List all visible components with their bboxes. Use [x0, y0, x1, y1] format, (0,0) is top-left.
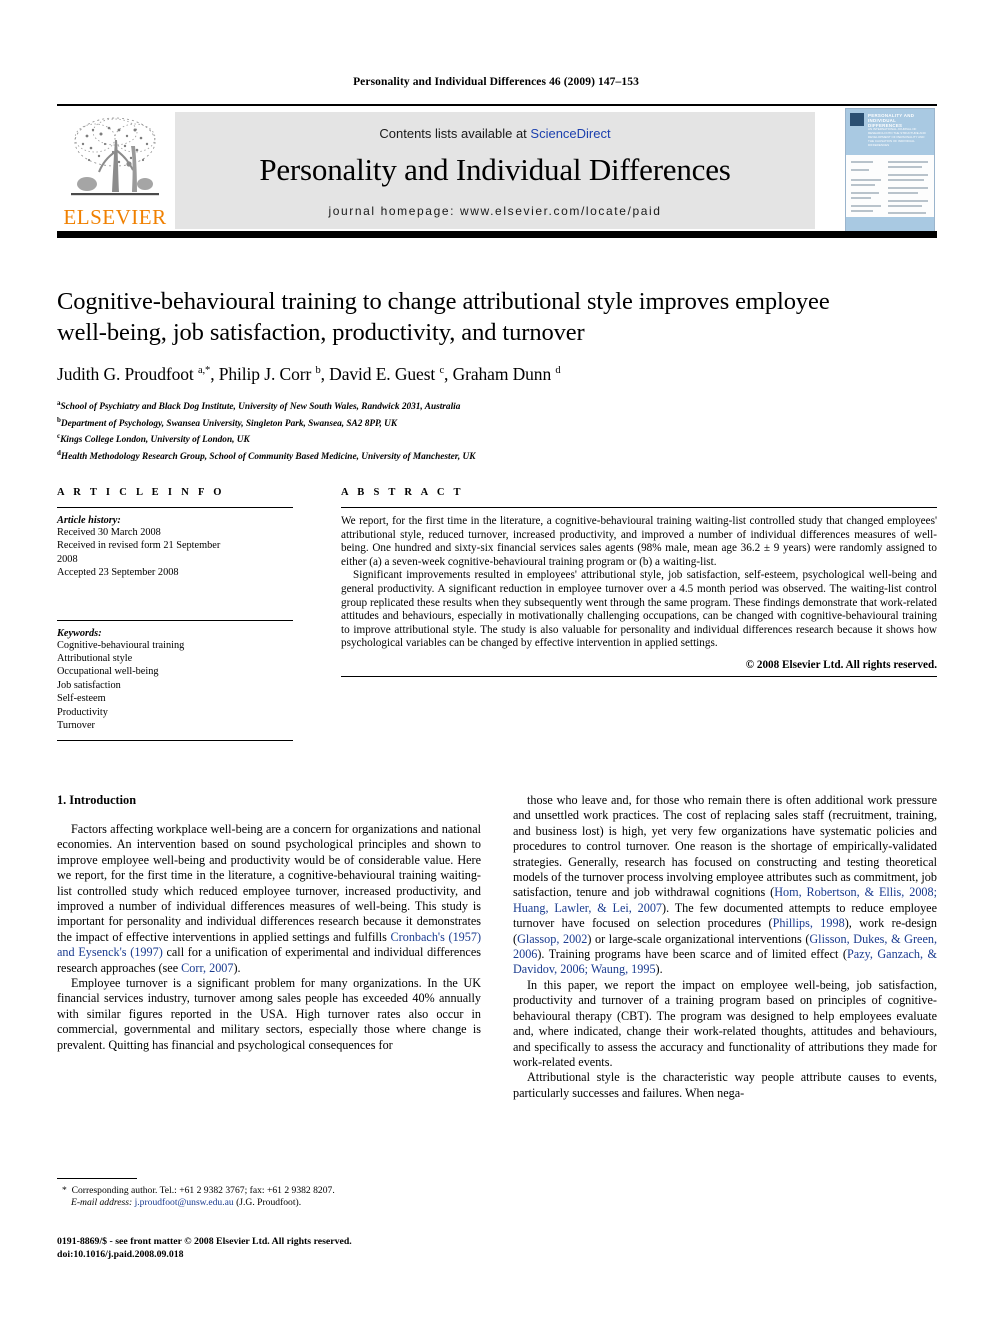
cover-header-band: PERSONALITY AND INDIVIDUAL DIFFERENCES A… — [846, 109, 934, 155]
journal-masthead: ELSEVIER Contents lists available at Sci… — [57, 104, 937, 238]
masthead-center-band: Contents lists available at ScienceDirec… — [175, 112, 815, 229]
affiliation-list: aSchool of Psychiatry and Black Dog Inst… — [57, 397, 937, 464]
keyword-item: Self-esteem — [57, 693, 106, 705]
body-text-left: Factors affecting workplace well-being a… — [57, 822, 481, 1053]
citation-link[interactable]: Cronbach's (1957) and Eysenck's (1997) — [57, 930, 481, 959]
keywords-list: Cognitive-behavioural training Attributio… — [57, 639, 293, 733]
imprint-issn-line: 0191-8869/$ - see front matter © 2008 El… — [57, 1236, 352, 1247]
citation-link[interactable]: Phillips, 1998 — [773, 916, 845, 930]
keyword-item: Cognitive-behavioural training — [57, 639, 185, 651]
sciencedirect-link[interactable]: ScienceDirect — [530, 126, 610, 141]
cover-logo-icon — [850, 113, 864, 126]
abstract-paragraph: Significant improvements resulted in emp… — [341, 569, 937, 650]
section-heading-introduction: 1. Introduction — [57, 793, 137, 807]
body-paragraph: those who leave and, for those who remai… — [513, 793, 938, 977]
keyword-item: Turnover — [57, 720, 95, 732]
body-paragraph: Factors affecting workplace well-being a… — [57, 822, 482, 975]
footnote-rule — [57, 1178, 137, 1179]
author-list: Judith G. Proudfoot a,*, Philip J. Corr … — [57, 364, 561, 384]
paper-page: Personality and Individual Differences 4… — [0, 0, 992, 1323]
body-columns: 1. Introduction Factors affecting workpl… — [57, 793, 937, 1223]
citation-link[interactable]: Glassop, 2002 — [517, 932, 587, 946]
corresponding-author-footnote: * Corresponding author. Tel.: +61 2 9382… — [57, 1178, 481, 1210]
citation-link[interactable]: Corr, 2007 — [181, 961, 233, 975]
contents-lists-line: Contents lists available at ScienceDirec… — [175, 126, 815, 141]
masthead-top-rule — [57, 104, 937, 106]
abstract-bottom-divider — [341, 675, 937, 677]
footnote-email-line: E-mail address: j.proudfoot@unsw.edu.au … — [57, 1197, 481, 1209]
journal-title: Personality and Individual Differences — [259, 152, 731, 187]
article-history-item: 2008 — [57, 553, 78, 565]
article-history-label: Article history: — [57, 515, 121, 526]
elsevier-tree-icon — [69, 112, 161, 204]
affiliation-item: bDepartment of Psychology, Swansea Unive… — [57, 415, 398, 429]
article-info-heading: A R T I C L E I N F O — [57, 487, 225, 498]
article-history-item: Received 30 March 2008 — [57, 527, 161, 538]
elsevier-logo: ELSEVIER — [63, 112, 167, 230]
affiliation-item: dHealth Methodology Research Group, Scho… — [57, 449, 476, 463]
abstract-column: A B S T R A C T We report, for the first… — [341, 487, 937, 677]
keyword-item: Occupational well-being — [57, 666, 159, 678]
abstract-text: We report, for the first time in the lit… — [341, 515, 937, 651]
keywords-label: Keywords: — [57, 627, 102, 639]
footnote-asterisk: * — [62, 1185, 72, 1196]
imprint-doi-line[interactable]: doi:10.1016/j.paid.2008.09.018 — [57, 1249, 557, 1262]
keyword-item: Job satisfaction — [57, 679, 121, 691]
body-paragraph: In this paper, we report the impact on e… — [513, 977, 937, 1069]
article-info-divider — [57, 507, 293, 508]
body-column-left: 1. Introduction Factors affecting workpl… — [57, 793, 481, 1053]
body-paragraph: Attributional style is the characteristi… — [513, 1070, 937, 1100]
footnote-email-label: E-mail address: — [71, 1197, 133, 1209]
article-info-bottom-divider — [57, 740, 293, 742]
body-paragraph: Employee turnover is a significant probl… — [57, 976, 481, 1052]
footnote-email-owner: (J.G. Proudfoot). — [236, 1197, 302, 1209]
masthead-bottom-rule — [57, 231, 937, 238]
contents-lists-prefix: Contents lists available at — [379, 126, 531, 141]
keyword-item: Attributional style — [57, 653, 133, 665]
keyword-item: Productivity — [57, 706, 108, 718]
footnote-email-address[interactable]: j.proudfoot@unsw.edu.au — [135, 1197, 234, 1208]
keywords-divider — [57, 619, 293, 621]
cover-subtitle: AN INTERNATIONAL JOURNAL OF RESEARCH INT… — [868, 127, 926, 147]
article-history-item: Accepted 23 September 2008 — [57, 567, 179, 579]
running-head: Personality and Individual Differences 4… — [353, 76, 639, 88]
article-history-item: Received in revised form 21 September — [57, 540, 221, 552]
article-history-list: Received 30 March 2008 Received in revise… — [57, 526, 293, 580]
citation-link[interactable]: Hom, Robertson, & Ellis, 2008; Huang, La… — [513, 885, 937, 914]
cover-contents-area — [846, 155, 934, 217]
affiliation-item: aSchool of Psychiatry and Black Dog Inst… — [57, 399, 461, 413]
abstract-copyright: © 2008 Elsevier Ltd. All rights reserved… — [745, 658, 937, 671]
abstract-heading: A B S T R A C T — [341, 487, 464, 498]
article-title-block: Cognitive-behavioural training to change… — [57, 286, 937, 464]
abstract-paragraph: We report, for the first time in the lit… — [341, 515, 937, 568]
abstract-divider — [341, 507, 937, 508]
affiliation-item: cKings College London, University of Lon… — [57, 432, 250, 446]
page-title: Cognitive-behavioural training to change… — [57, 288, 830, 346]
body-column-right: those who leave and, for those who remai… — [513, 793, 937, 1101]
imprint-block: 0191-8869/$ - see front matter © 2008 El… — [57, 1236, 557, 1261]
body-text-right: those who leave and, for those who remai… — [513, 793, 937, 1101]
elsevier-wordmark: ELSEVIER — [63, 205, 167, 229]
keywords-block: Keywords: Cognitive-behavioural training… — [57, 619, 293, 733]
citation-link[interactable]: Pazy, Ganzach, & Davidov, 2006; Waung, 1… — [513, 947, 937, 976]
footnote-corresponding-line: * Corresponding author. Tel.: +61 2 9382… — [57, 1185, 481, 1197]
article-info-column: A R T I C L E I N F O Article history: R… — [57, 487, 293, 742]
cover-footer-band — [846, 217, 934, 231]
footnote-corresponding-text: Corresponding author. Tel.: +61 2 9382 3… — [71, 1185, 335, 1196]
journal-cover-thumbnail[interactable]: PERSONALITY AND INDIVIDUAL DIFFERENCES A… — [845, 108, 935, 232]
journal-homepage-line[interactable]: journal homepage: www.elsevier.com/locat… — [175, 204, 815, 218]
